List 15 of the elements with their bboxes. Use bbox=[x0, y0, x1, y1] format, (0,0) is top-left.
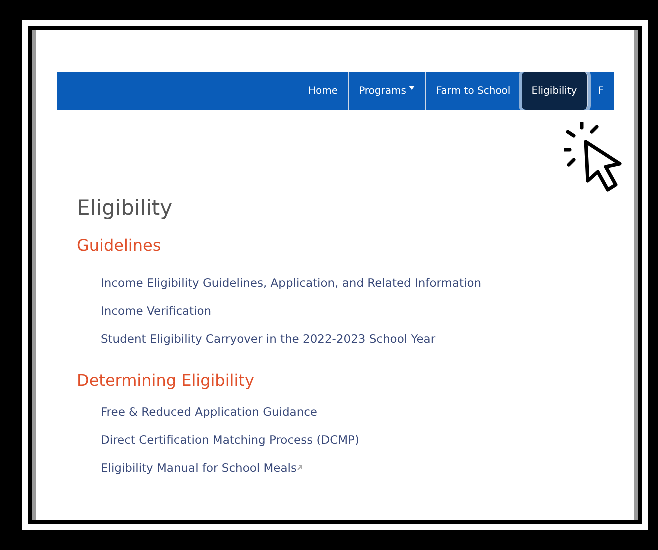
page-title: Eligibility bbox=[77, 198, 174, 219]
page-link[interactable]: Student Eligibility Carryover in the 2022-2023 School Year bbox=[101, 331, 436, 347]
page-link[interactable]: Income Verification bbox=[101, 303, 212, 319]
section-heading: Guidelines bbox=[77, 238, 162, 254]
external-link-icon bbox=[296, 465, 303, 471]
caret-icon bbox=[409, 86, 416, 90]
page-link[interactable]: Income Eligibility Guidelines, Application, and Related Information bbox=[101, 275, 482, 291]
nav-tab[interactable]: Home bbox=[298, 72, 350, 110]
page-link[interactable]: Eligibility Manual for School Meals bbox=[101, 460, 297, 476]
nav-tab[interactable]: Programs bbox=[349, 72, 426, 110]
page-link[interactable]: Free & Reduced Application Guidance bbox=[101, 404, 318, 420]
nav-tab[interactable]: F bbox=[588, 72, 614, 110]
nav-tab[interactable]: Eligibility bbox=[522, 72, 588, 110]
section-heading: Determining Eligibility bbox=[77, 373, 256, 389]
page-link[interactable]: Direct Certification Matching Process (DCMP) bbox=[101, 432, 360, 448]
